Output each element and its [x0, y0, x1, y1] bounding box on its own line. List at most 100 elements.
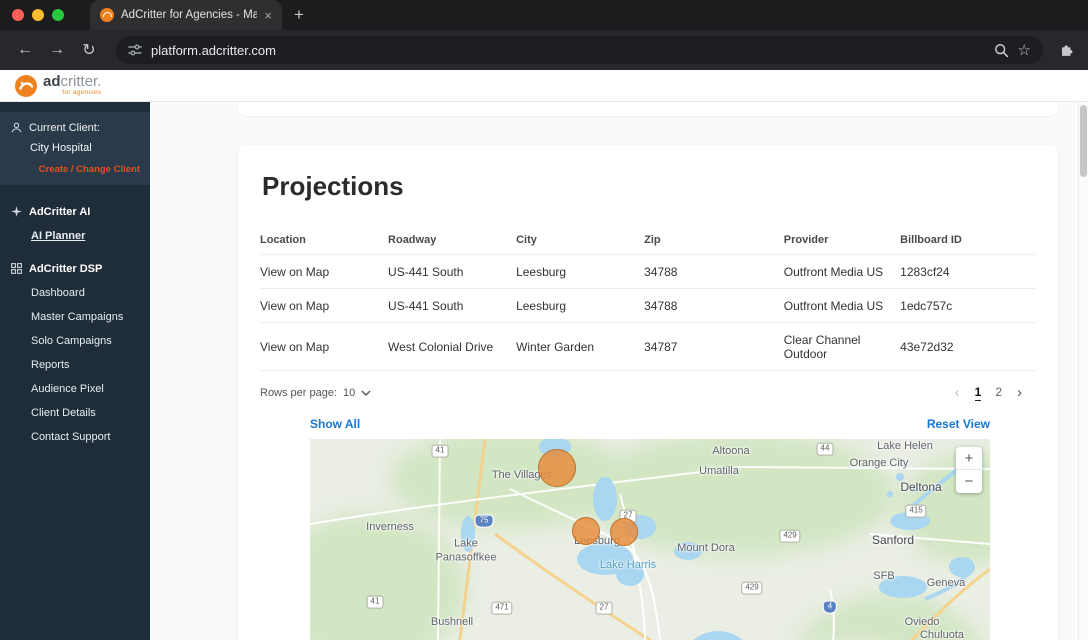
map-label: Inverness — [366, 521, 414, 533]
map-label: Lake Helen — [877, 440, 933, 452]
zip-cell: 34788 — [644, 289, 784, 323]
sidebar-item[interactable]: Reports — [31, 359, 140, 371]
show-all-link[interactable]: Show All — [310, 417, 360, 431]
projections-table: LocationRoadwayCityZipProviderBillboard … — [260, 226, 1036, 371]
adcritter-logo-icon — [14, 74, 38, 98]
view-on-map-link[interactable]: View on Map — [260, 289, 388, 323]
zoom-icon[interactable] — [994, 43, 1009, 58]
zoom-in-button[interactable]: + — [956, 447, 982, 470]
reset-view-link[interactable]: Reset View — [927, 417, 990, 431]
section-title: AdCritter AI — [29, 206, 90, 218]
new-tab-button[interactable]: + — [294, 5, 304, 25]
sidebar: Current Client: City Hospital Create / C… — [0, 102, 150, 640]
rows-per-page-control[interactable]: Rows per page: 10 — [260, 387, 371, 399]
roadway-cell: US-441 South — [388, 289, 516, 323]
sidebar-section-adcritter-ai: AdCritter AI AI Planner — [0, 205, 150, 242]
app-header: adcritter. for agencies — [0, 70, 1088, 102]
current-client-name: City Hospital — [30, 142, 140, 154]
address-bar[interactable]: platform.adcritter.com ☆ — [116, 36, 1043, 64]
window-zoom-button[interactable] — [52, 9, 64, 21]
road-shield: 75 — [475, 515, 494, 528]
road-shield: 41 — [432, 445, 449, 458]
adcritter-favicon-icon — [100, 8, 114, 22]
site-settings-icon[interactable] — [128, 43, 142, 57]
map-label: Bushnell — [431, 616, 473, 628]
road-shield: 27 — [596, 602, 613, 615]
extensions-icon[interactable] — [1059, 42, 1076, 59]
sidebar-item[interactable]: AI Planner — [31, 230, 140, 242]
billboard-marker[interactable] — [610, 518, 638, 546]
chevron-down-icon — [361, 390, 371, 396]
scrollbar-thumb[interactable] — [1080, 105, 1087, 177]
window-close-button[interactable] — [12, 9, 24, 21]
forward-icon[interactable]: → — [44, 41, 70, 59]
browser-tab[interactable]: AdCritter for Agencies - Mast × — [90, 0, 282, 30]
create-change-client-link[interactable]: Create / Change Client — [10, 164, 140, 175]
pagination: ‹ 12 › — [955, 384, 1022, 401]
zip-cell: 34788 — [644, 255, 784, 289]
reload-icon[interactable]: ↻ — [76, 40, 102, 60]
view-on-map-link[interactable]: View on Map — [260, 255, 388, 289]
map-label: Chuluota — [920, 629, 964, 640]
current-client-label: Current Client: — [29, 122, 100, 134]
map-label: Lake Harris — [600, 559, 656, 571]
window-minimize-button[interactable] — [32, 9, 44, 21]
sidebar-item[interactable]: Client Details — [31, 407, 140, 419]
view-on-map-link[interactable]: View on Map — [260, 323, 388, 371]
map-label: Umatilla — [699, 465, 739, 477]
sidebar-item[interactable]: Master Campaigns — [31, 311, 140, 323]
logo-critter: critter. — [61, 73, 102, 90]
tab-title: AdCritter for Agencies - Mast — [121, 9, 257, 21]
page-number[interactable]: 1 — [975, 385, 982, 401]
url-text[interactable]: platform.adcritter.com — [151, 43, 985, 58]
billboard-id-cell: 43e72d32 — [900, 323, 1036, 371]
tab-close-icon[interactable]: × — [264, 9, 272, 22]
column-header: Roadway — [388, 226, 516, 255]
prev-page-icon[interactable]: ‹ — [955, 384, 960, 401]
provider-cell: Clear Channel Outdoor — [784, 323, 900, 371]
page-number[interactable]: 2 — [995, 385, 1002, 401]
adcritter-logo[interactable]: adcritter. for agencies — [14, 74, 101, 98]
zip-cell: 34787 — [644, 323, 784, 371]
page-title: Projections — [262, 171, 1036, 202]
road-shield: 471 — [491, 602, 512, 615]
next-page-icon[interactable]: › — [1017, 384, 1022, 401]
main-content: Projections LocationRoadwayCityZipProvid… — [150, 102, 1088, 640]
column-header: Location — [260, 226, 388, 255]
logo-subtitle: for agencies — [62, 90, 101, 97]
city-cell: Winter Garden — [516, 323, 644, 371]
map-label: Mount Dora — [677, 542, 734, 554]
page-scrollbar[interactable] — [1078, 102, 1088, 640]
previous-card-bottom — [238, 102, 1058, 116]
sidebar-item[interactable]: Dashboard — [31, 287, 140, 299]
map-label: Orange City — [850, 457, 909, 469]
section-title: AdCritter DSP — [29, 263, 102, 275]
zoom-out-button[interactable]: − — [956, 470, 982, 493]
provider-cell: Outfront Media US — [784, 289, 900, 323]
projections-map[interactable]: AltoonaLake HelenOrange CityThe Villages… — [310, 439, 990, 640]
roadway-cell: West Colonial Drive — [388, 323, 516, 371]
city-cell: Leesburg — [516, 289, 644, 323]
column-header: Provider — [784, 226, 900, 255]
back-icon[interactable]: ← — [12, 41, 38, 59]
sidebar-item[interactable]: Contact Support — [31, 431, 140, 443]
table-row: View on Map US-441 South Leesburg 34788 … — [260, 255, 1036, 289]
provider-cell: Outfront Media US — [784, 255, 900, 289]
sidebar-item[interactable]: Solo Campaigns — [31, 335, 140, 347]
bookmark-star-icon[interactable]: ☆ — [1018, 41, 1031, 59]
projections-card: Projections LocationRoadwayCityZipProvid… — [238, 145, 1058, 640]
billboard-marker[interactable] — [572, 517, 600, 545]
table-row: View on Map West Colonial Drive Winter G… — [260, 323, 1036, 371]
billboard-marker[interactable] — [538, 449, 576, 487]
browser-toolbar: ← → ↻ platform.adcritter.com ☆ — [0, 30, 1088, 70]
column-header: City — [516, 226, 644, 255]
map-label: Geneva — [927, 577, 966, 589]
table-row: View on Map US-441 South Leesburg 34788 … — [260, 289, 1036, 323]
table-footer: Rows per page: 10 ‹ 12 › — [260, 384, 1036, 401]
sidebar-item[interactable]: Audience Pixel — [31, 383, 140, 395]
map-label: Oviedo — [905, 616, 940, 628]
map-label: Lake Panasoffkee — [430, 537, 502, 565]
road-shield: 415 — [905, 505, 926, 518]
road-shield: 429 — [779, 530, 800, 543]
road-shield: 429 — [741, 582, 762, 595]
